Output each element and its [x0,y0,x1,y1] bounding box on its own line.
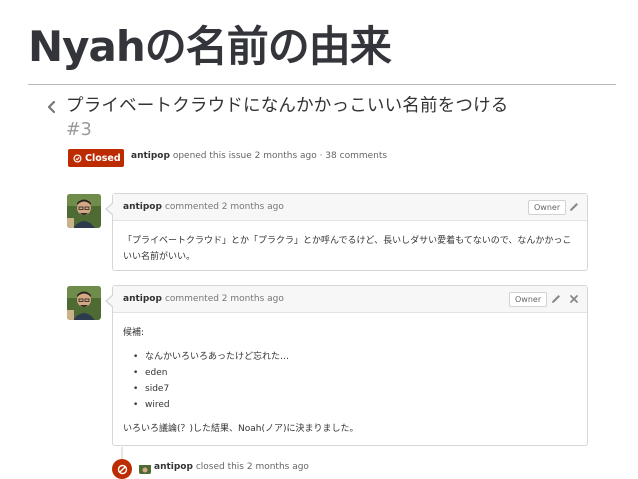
comment-timestamp[interactable]: commented 2 months ago [165,202,284,212]
comment: antipop commented 2 months ago Owner 候補:… [105,285,588,447]
issue-author-link[interactable]: antipop [131,151,170,161]
owner-label: Owner [509,292,548,307]
list-item: なんかいろいろあったけど忘れた… [123,349,577,365]
owner-label: Owner [528,200,567,215]
issue-title: プライベートクラウドになんかかっこいい名前をつける [66,96,509,116]
pencil-icon[interactable] [550,293,562,305]
slide-title: Nyahの名前の由来 [28,22,392,71]
event-author-link[interactable]: antipop [154,462,193,472]
avatar[interactable] [139,462,151,474]
status-label: Closed [85,152,121,164]
timeline-line [121,447,123,459]
event-badge [112,459,132,479]
pencil-icon[interactable] [568,201,580,213]
comment-timestamp[interactable]: commented 2 months ago [165,294,284,304]
close-icon[interactable] [568,293,580,305]
list-item: side7 [123,381,577,397]
list-item: wired [123,397,577,413]
event-description: closed this 2 months ago [195,462,309,472]
avatar-image [67,286,101,320]
issue-number: #3 [66,120,92,140]
avatar-image [67,194,101,228]
comment-body: 候補: なんかいろいろあったけど忘れた… eden side7 wired いろ… [113,313,587,447]
status-badge: Closed [68,149,124,167]
conclusion-text: いろいろ議論(？)した結果、Noah(ノア)に決まりました。 [123,424,359,434]
circle-slash-icon [117,464,127,474]
comment-header: antipop commented 2 months ago Owner [113,286,587,313]
issue-closed-icon [73,153,82,163]
event-text: antipop closed this 2 months ago [154,462,309,472]
comment-author-link[interactable]: antipop [123,294,162,304]
avatar[interactable] [67,286,101,320]
candidates-intro: 候補: [123,328,145,338]
issue-meta-text: opened this issue 2 months ago · 38 comm… [172,151,388,161]
title-divider [28,84,616,85]
list-item: eden [123,365,577,381]
avatar-image [139,465,151,474]
comment: antipop commented 2 months ago Owner 「プラ… [105,193,588,271]
comment-author-link[interactable]: antipop [123,202,162,212]
candidate-list: なんかいろいろあったけど忘れた… eden side7 wired [123,349,577,413]
issue-meta: antipop opened this issue 2 months ago ·… [131,151,387,161]
avatar[interactable] [67,194,101,228]
comment-body: 「プライベートクラウド」とか「プラクラ」とか呼んでるけど、長いしダサい愛着もてな… [123,236,572,262]
chevron-left-icon[interactable] [44,96,58,118]
comment-header: antipop commented 2 months ago Owner [113,194,587,221]
